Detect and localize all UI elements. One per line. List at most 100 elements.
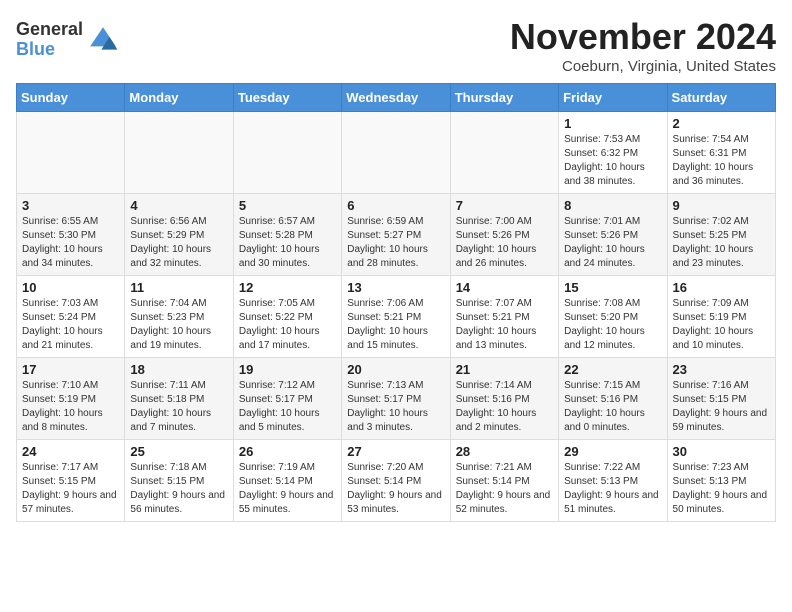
day-number: 18 bbox=[130, 362, 227, 377]
calendar-cell: 14Sunrise: 7:07 AM Sunset: 5:21 PM Dayli… bbox=[450, 276, 558, 358]
day-info: Sunrise: 6:57 AM Sunset: 5:28 PM Dayligh… bbox=[239, 215, 336, 271]
calendar-cell: 1Sunrise: 7:53 AM Sunset: 6:32 PM Daylig… bbox=[559, 112, 667, 194]
calendar-cell: 5 Sunrise: 6:57 AM Sunset: 5:28 PM Daylig… bbox=[233, 194, 341, 276]
logo-general-text: General bbox=[16, 20, 83, 40]
calendar-cell: 24 Sunrise: 7:17 AM Sunset: 5:15 PM Dayli… bbox=[17, 440, 125, 522]
calendar-cell: 20 Sunrise: 7:13 AM Sunset: 5:17 PM Dayli… bbox=[342, 358, 450, 440]
calendar-cell: 16Sunrise: 7:09 AM Sunset: 5:19 PM Dayli… bbox=[667, 276, 775, 358]
calendar-cell: 9 Sunrise: 7:02 AM Sunset: 5:25 PM Daylig… bbox=[667, 194, 775, 276]
day-number: 9 bbox=[673, 198, 770, 213]
month-title: November 2024 bbox=[510, 16, 776, 58]
day-info: Sunrise: 7:23 AM Sunset: 5:13 PM Dayligh… bbox=[673, 461, 770, 517]
day-info: Sunrise: 7:16 AM Sunset: 5:15 PM Dayligh… bbox=[673, 379, 770, 435]
calendar-cell: 30Sunrise: 7:23 AM Sunset: 5:13 PM Dayli… bbox=[667, 440, 775, 522]
calendar-cell: 7 Sunrise: 7:00 AM Sunset: 5:26 PM Daylig… bbox=[450, 194, 558, 276]
day-number: 7 bbox=[456, 198, 553, 213]
calendar-cell: 12 Sunrise: 7:05 AM Sunset: 5:22 PM Dayli… bbox=[233, 276, 341, 358]
day-info: Sunrise: 7:09 AM Sunset: 5:19 PM Dayligh… bbox=[673, 297, 770, 353]
day-number: 12 bbox=[239, 280, 336, 295]
day-info: Sunrise: 7:12 AM Sunset: 5:17 PM Dayligh… bbox=[239, 379, 336, 435]
day-info: Sunrise: 7:20 AM Sunset: 5:14 PM Dayligh… bbox=[347, 461, 444, 517]
day-number: 8 bbox=[564, 198, 661, 213]
day-number: 4 bbox=[130, 198, 227, 213]
day-info: Sunrise: 7:21 AM Sunset: 5:14 PM Dayligh… bbox=[456, 461, 553, 517]
calendar-cell: 25Sunrise: 7:18 AM Sunset: 5:15 PM Dayli… bbox=[125, 440, 233, 522]
calendar-cell: 23 Sunrise: 7:16 AM Sunset: 5:15 PM Dayli… bbox=[667, 358, 775, 440]
day-number: 11 bbox=[130, 280, 227, 295]
day-number: 6 bbox=[347, 198, 444, 213]
calendar-cell: 6 Sunrise: 6:59 AM Sunset: 5:27 PM Daylig… bbox=[342, 194, 450, 276]
calendar-cell: 15 Sunrise: 7:08 AM Sunset: 5:20 PM Dayli… bbox=[559, 276, 667, 358]
calendar-week-3: 10Sunrise: 7:03 AM Sunset: 5:24 PM Dayli… bbox=[17, 276, 776, 358]
calendar-cell: 3 Sunrise: 6:55 AM Sunset: 5:30 PM Daylig… bbox=[17, 194, 125, 276]
day-info: Sunrise: 7:08 AM Sunset: 5:20 PM Dayligh… bbox=[564, 297, 661, 353]
day-info: Sunrise: 7:05 AM Sunset: 5:22 PM Dayligh… bbox=[239, 297, 336, 353]
day-info: Sunrise: 6:59 AM Sunset: 5:27 PM Dayligh… bbox=[347, 215, 444, 271]
calendar-week-2: 3 Sunrise: 6:55 AM Sunset: 5:30 PM Daylig… bbox=[17, 194, 776, 276]
column-header-friday: Friday bbox=[559, 84, 667, 112]
day-number: 13 bbox=[347, 280, 444, 295]
day-info: Sunrise: 7:06 AM Sunset: 5:21 PM Dayligh… bbox=[347, 297, 444, 353]
calendar-cell: 21 Sunrise: 7:14 AM Sunset: 5:16 PM Dayli… bbox=[450, 358, 558, 440]
day-info: Sunrise: 7:04 AM Sunset: 5:23 PM Dayligh… bbox=[130, 297, 227, 353]
calendar-cell: 22Sunrise: 7:15 AM Sunset: 5:16 PM Dayli… bbox=[559, 358, 667, 440]
day-number: 21 bbox=[456, 362, 553, 377]
day-info: Sunrise: 6:56 AM Sunset: 5:29 PM Dayligh… bbox=[130, 215, 227, 271]
day-number: 15 bbox=[564, 280, 661, 295]
calendar-cell: 18 Sunrise: 7:11 AM Sunset: 5:18 PM Dayli… bbox=[125, 358, 233, 440]
calendar-cell: 13 Sunrise: 7:06 AM Sunset: 5:21 PM Dayli… bbox=[342, 276, 450, 358]
day-number: 3 bbox=[22, 198, 119, 213]
column-header-tuesday: Tuesday bbox=[233, 84, 341, 112]
day-number: 2 bbox=[673, 116, 770, 131]
day-info: Sunrise: 7:19 AM Sunset: 5:14 PM Dayligh… bbox=[239, 461, 336, 517]
day-info: Sunrise: 7:02 AM Sunset: 5:25 PM Dayligh… bbox=[673, 215, 770, 271]
day-number: 14 bbox=[456, 280, 553, 295]
calendar-cell: 26 Sunrise: 7:19 AM Sunset: 5:14 PM Dayli… bbox=[233, 440, 341, 522]
day-info: Sunrise: 7:17 AM Sunset: 5:15 PM Dayligh… bbox=[22, 461, 119, 517]
day-number: 27 bbox=[347, 444, 444, 459]
day-number: 26 bbox=[239, 444, 336, 459]
day-number: 20 bbox=[347, 362, 444, 377]
calendar-cell: 28Sunrise: 7:21 AM Sunset: 5:14 PM Dayli… bbox=[450, 440, 558, 522]
title-block: November 2024 Coeburn, Virginia, United … bbox=[510, 16, 776, 75]
day-info: Sunrise: 7:15 AM Sunset: 5:16 PM Dayligh… bbox=[564, 379, 661, 435]
day-number: 29 bbox=[564, 444, 661, 459]
column-header-monday: Monday bbox=[125, 84, 233, 112]
page-header: General Blue November 2024 Coeburn, Virg… bbox=[16, 16, 776, 75]
day-info: Sunrise: 7:01 AM Sunset: 5:26 PM Dayligh… bbox=[564, 215, 661, 271]
column-header-sunday: Sunday bbox=[17, 84, 125, 112]
day-info: Sunrise: 7:22 AM Sunset: 5:13 PM Dayligh… bbox=[564, 461, 661, 517]
calendar-cell: 27 Sunrise: 7:20 AM Sunset: 5:14 PM Dayli… bbox=[342, 440, 450, 522]
calendar-week-1: 1Sunrise: 7:53 AM Sunset: 6:32 PM Daylig… bbox=[17, 112, 776, 194]
calendar-cell: 8 Sunrise: 7:01 AM Sunset: 5:26 PM Daylig… bbox=[559, 194, 667, 276]
day-info: Sunrise: 7:13 AM Sunset: 5:17 PM Dayligh… bbox=[347, 379, 444, 435]
day-number: 23 bbox=[673, 362, 770, 377]
calendar-table: SundayMondayTuesdayWednesdayThursdayFrid… bbox=[16, 83, 776, 522]
day-info: Sunrise: 7:53 AM Sunset: 6:32 PM Dayligh… bbox=[564, 133, 661, 189]
day-info: Sunrise: 7:14 AM Sunset: 5:16 PM Dayligh… bbox=[456, 379, 553, 435]
calendar-cell bbox=[342, 112, 450, 194]
calendar-cell: 2Sunrise: 7:54 AM Sunset: 6:31 PM Daylig… bbox=[667, 112, 775, 194]
calendar-cell: 19 Sunrise: 7:12 AM Sunset: 5:17 PM Dayli… bbox=[233, 358, 341, 440]
day-info: Sunrise: 7:18 AM Sunset: 5:15 PM Dayligh… bbox=[130, 461, 227, 517]
calendar-cell: 17Sunrise: 7:10 AM Sunset: 5:19 PM Dayli… bbox=[17, 358, 125, 440]
day-number: 19 bbox=[239, 362, 336, 377]
calendar-cell: 10Sunrise: 7:03 AM Sunset: 5:24 PM Dayli… bbox=[17, 276, 125, 358]
logo: General Blue bbox=[16, 20, 119, 60]
day-info: Sunrise: 7:00 AM Sunset: 5:26 PM Dayligh… bbox=[456, 215, 553, 271]
logo-blue-text: Blue bbox=[16, 40, 83, 60]
day-info: Sunrise: 7:11 AM Sunset: 5:18 PM Dayligh… bbox=[130, 379, 227, 435]
day-number: 17 bbox=[22, 362, 119, 377]
calendar-cell: 29 Sunrise: 7:22 AM Sunset: 5:13 PM Dayli… bbox=[559, 440, 667, 522]
location: Coeburn, Virginia, United States bbox=[510, 58, 776, 75]
column-header-wednesday: Wednesday bbox=[342, 84, 450, 112]
calendar-cell bbox=[17, 112, 125, 194]
calendar-cell bbox=[233, 112, 341, 194]
day-info: Sunrise: 6:55 AM Sunset: 5:30 PM Dayligh… bbox=[22, 215, 119, 271]
day-number: 24 bbox=[22, 444, 119, 459]
calendar-cell bbox=[125, 112, 233, 194]
day-number: 5 bbox=[239, 198, 336, 213]
day-info: Sunrise: 7:03 AM Sunset: 5:24 PM Dayligh… bbox=[22, 297, 119, 353]
column-header-thursday: Thursday bbox=[450, 84, 558, 112]
calendar-cell: 11 Sunrise: 7:04 AM Sunset: 5:23 PM Dayli… bbox=[125, 276, 233, 358]
